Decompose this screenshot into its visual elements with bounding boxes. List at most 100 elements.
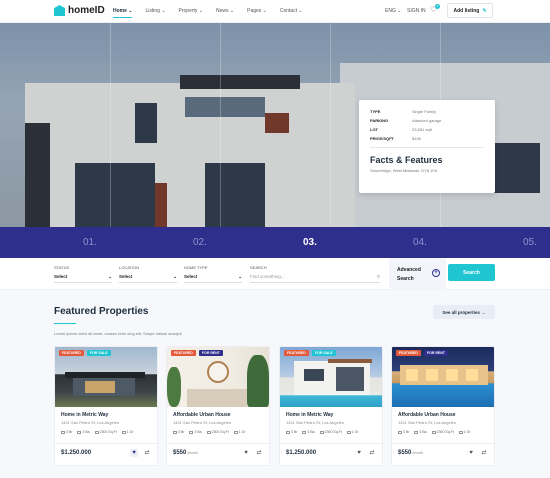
bed-icon (398, 430, 402, 434)
home-type-select: Select ⌄ (184, 274, 242, 283)
property-card[interactable]: FEATURED FOR RENT Affordable Urban House… (166, 346, 270, 466)
facts-address: Stourbridge, West Midlands, DY8 1FA (370, 168, 438, 173)
nav-listing[interactable]: Listing ⌄ (145, 8, 165, 14)
divider (55, 443, 157, 444)
baths-value: 3 Ba (307, 430, 315, 434)
property-name[interactable]: Affordable Urban House (173, 412, 231, 418)
logo-text: homeID (68, 5, 105, 16)
slider-pagination: 01. 02. 03. 04. 05. (0, 227, 550, 258)
area-value: 2300 Sq.Ft (324, 430, 342, 434)
baths-count: 3 Ba (189, 430, 202, 434)
featured-tag: FEATURED (59, 350, 84, 356)
card-actions: ♥ ⇄ (130, 449, 151, 457)
featured-tag: FEATURED (171, 350, 196, 356)
see-all-properties-button[interactable]: See all properties → (433, 305, 495, 319)
search-icon: ⚲ (376, 274, 380, 279)
property-price: $550/month (398, 450, 423, 456)
nav-contact[interactable]: Contact ⌄ (280, 8, 303, 14)
fact-row: PRICE/SQFT $106 (370, 136, 484, 141)
fact-label: PARKING (370, 118, 389, 123)
beds-value: 3 Br (178, 430, 185, 434)
divider (370, 147, 484, 148)
search-field[interactable]: SEARCH Find something... ⚲ (250, 265, 380, 283)
fact-label: TYPE (370, 109, 381, 114)
compare-icon[interactable]: ⇄ (368, 449, 376, 457)
heart-icon[interactable]: ♥ (467, 449, 475, 457)
heart-icon[interactable]: ♥ (242, 449, 250, 457)
price-value: $550 (173, 450, 187, 456)
compare-icon[interactable]: ⇄ (480, 449, 488, 457)
heart-icon[interactable]: ♥ (355, 449, 363, 457)
property-price: $1.250.000 (61, 450, 92, 456)
card-actions: ♥ ⇄ (467, 449, 488, 457)
sign-in-link[interactable]: SIGN IN (407, 8, 426, 14)
language-selector[interactable]: ENG ⌄ (385, 8, 401, 14)
property-name[interactable]: Home in Metric Way (286, 412, 333, 418)
home-type-label: HOME TYPE (184, 265, 208, 270)
garage-value: 1 Gr (351, 430, 359, 434)
slide-number-1[interactable]: 01. (83, 237, 97, 248)
location-field[interactable]: LOCATION Select ⌄ (119, 265, 177, 283)
bed-icon (61, 430, 65, 434)
area-value: 2300 Sq.Ft (99, 430, 117, 434)
compare-icon[interactable]: ⇄ (143, 449, 151, 457)
property-image[interactable] (280, 347, 382, 407)
price-value: $1.250.000 (61, 450, 92, 456)
slide-number-3[interactable]: 03. (303, 237, 317, 248)
advanced-search-label: Advanced Search (397, 267, 421, 282)
nav-home[interactable]: Home ⌄ (113, 8, 133, 18)
compare-icon[interactable]: ⇄ (255, 449, 263, 457)
for-sale-tag: FOR SALE (312, 350, 336, 356)
logo[interactable]: homeID (54, 5, 105, 16)
advanced-search-toggle[interactable]: Advanced Search + (389, 258, 446, 290)
property-image[interactable] (392, 347, 494, 407)
nav-news[interactable]: News ⌄ (216, 8, 234, 14)
baths-value: 3 Ba (419, 430, 427, 434)
heart-icon[interactable]: ♥ (130, 449, 138, 457)
divider (167, 443, 269, 444)
baths-count: 3 Ba (414, 430, 427, 434)
nav-property[interactable]: Property ⌄ (179, 8, 203, 14)
status-value: Select (54, 274, 68, 279)
search-button[interactable]: Search (448, 264, 495, 281)
property-meta: 3 Br 3 Ba 2300 Sq.Ft 1 Gr (61, 430, 134, 434)
title-underline (54, 323, 76, 324)
property-address: 1421 San Pedro St, Los Angeles (286, 420, 344, 425)
slide-number-4[interactable]: 04. (413, 237, 427, 248)
property-name[interactable]: Affordable Urban House (398, 412, 456, 418)
garage-icon (121, 430, 126, 434)
status-field[interactable]: STATUS Select ⌄ (54, 265, 112, 283)
add-listing-button[interactable]: Add listing ✎ (447, 3, 493, 18)
area-size: 2300 Sq.Ft (319, 430, 342, 434)
property-image[interactable] (55, 347, 157, 407)
property-image[interactable] (167, 347, 269, 407)
main-nav: Home ⌄ Listing ⌄ Property ⌄ News ⌄ Pages… (113, 8, 316, 18)
garage-count: 1 Gr (458, 430, 471, 434)
search-input[interactable]: Find something... ⚲ (250, 274, 380, 283)
beds-value: 3 Br (291, 430, 298, 434)
divider (392, 443, 494, 444)
for-rent-tag: FOR RENT (424, 350, 448, 356)
property-card[interactable]: FEATURED FOR SALE Home in Metric Way 142… (279, 346, 383, 466)
slide-number-2[interactable]: 02. (193, 237, 207, 248)
property-card[interactable]: FEATURED FOR RENT Affordable Urban House… (391, 346, 495, 466)
property-name[interactable]: Home in Metric Way (61, 412, 108, 418)
facts-features-card: TYPE Single Family PARKING Attached gara… (359, 100, 495, 193)
nav-pages[interactable]: Pages ⌄ (247, 8, 267, 14)
garage-count: 1 Gr (121, 430, 134, 434)
property-card[interactable]: FEATURED FOR SALE Home in Metric Way 142… (54, 346, 158, 466)
beds-count: 3 Br (398, 430, 409, 434)
top-navbar: homeID Home ⌄ Listing ⌄ Property ⌄ News … (0, 0, 550, 23)
bath-icon (189, 430, 194, 434)
status-label: STATUS (54, 265, 70, 270)
home-type-value: Select (184, 274, 198, 279)
bed-icon (173, 430, 177, 434)
garage-icon (233, 430, 238, 434)
featured-tag: FEATURED (396, 350, 421, 356)
home-type-field[interactable]: HOME TYPE Select ⌄ (184, 265, 242, 283)
property-price: $550/month (173, 450, 198, 456)
slide-number-5[interactable]: 05. (523, 237, 537, 248)
beds-count: 3 Br (286, 430, 297, 434)
area-size: 2300 Sq.Ft (94, 430, 117, 434)
card-actions: ♥ ⇄ (242, 449, 263, 457)
